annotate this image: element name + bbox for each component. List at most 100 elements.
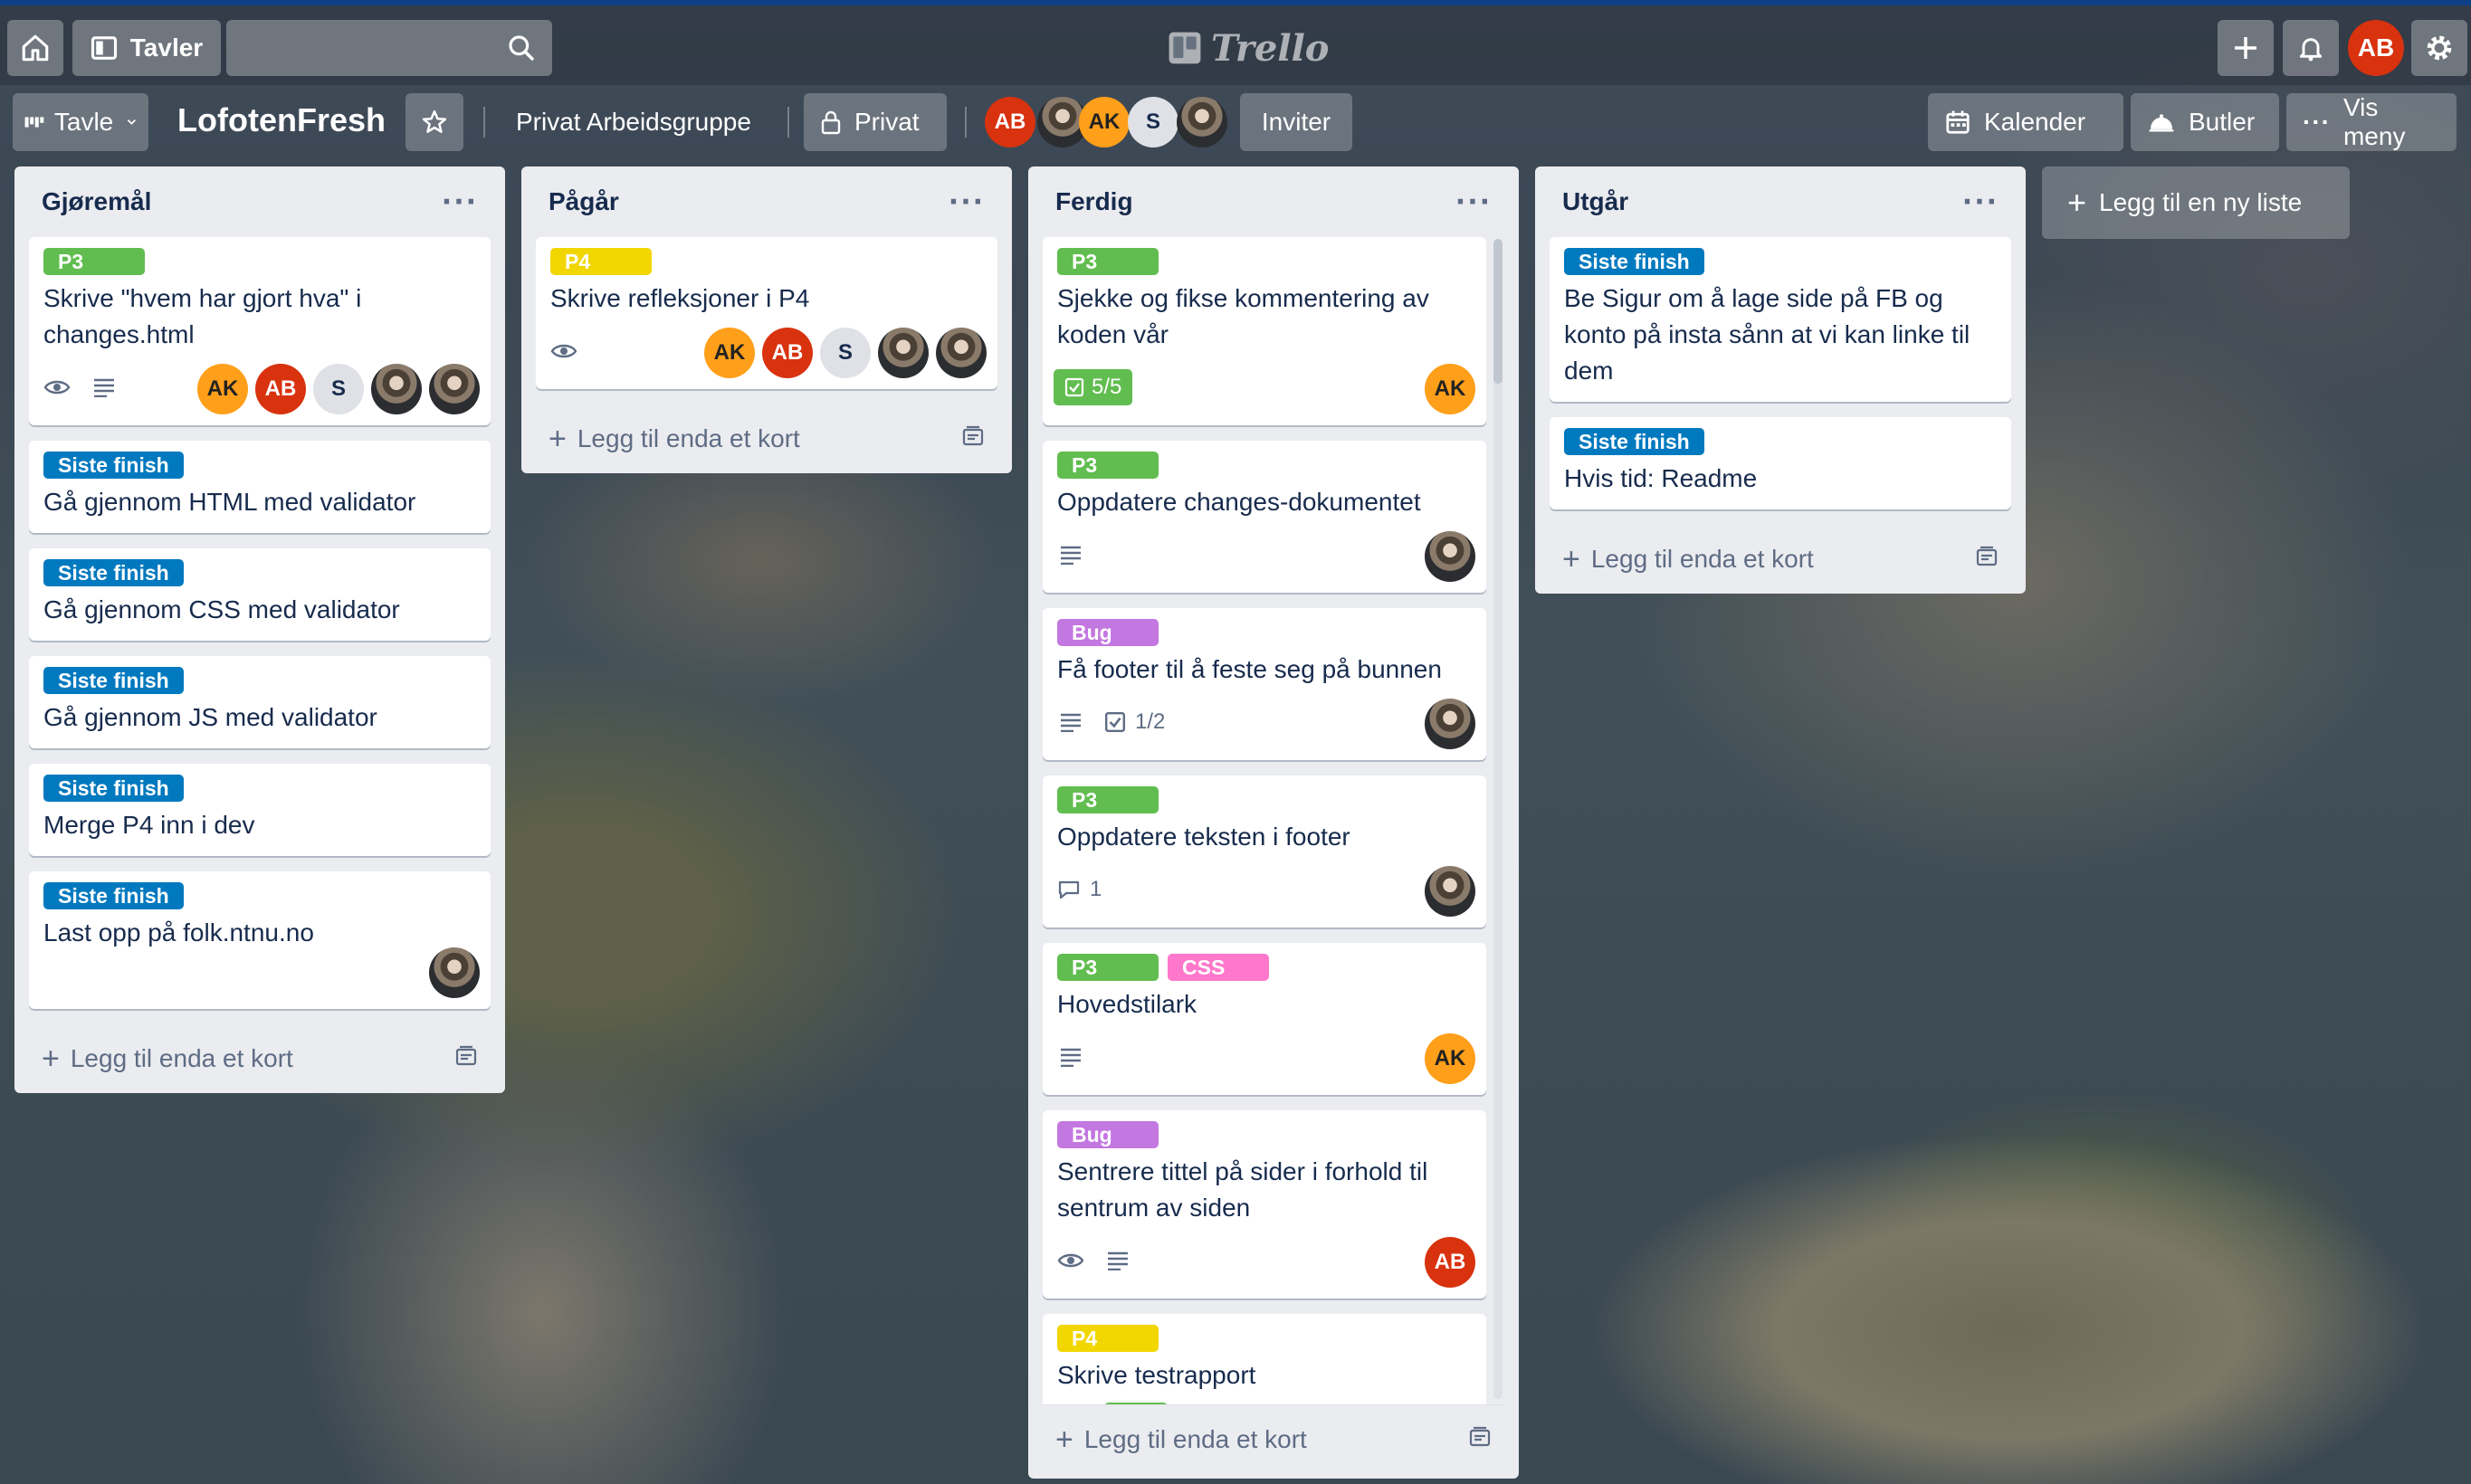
list-menu-icon[interactable]: ··· <box>1962 186 1999 218</box>
card[interactable]: Siste finish Be Sigur om å lage side på … <box>1550 237 2011 402</box>
search-input[interactable] <box>226 20 552 76</box>
member-avatar-ab[interactable]: AB <box>762 328 813 378</box>
member-avatar-photo[interactable] <box>429 364 480 414</box>
more-icon: ··· <box>2303 108 2331 136</box>
card-label: Siste finish <box>43 882 184 909</box>
member-avatar-photo[interactable] <box>878 328 929 378</box>
boards-button[interactable]: Tavler <box>72 20 221 76</box>
card[interactable]: Siste finish Gå gjennom JS med validator <box>29 656 491 748</box>
member-avatar-s[interactable]: S <box>1128 97 1178 147</box>
add-card-label: Legg til enda et kort <box>70 1044 293 1072</box>
plus-icon: + <box>42 1042 60 1076</box>
star-board-button[interactable] <box>405 93 463 151</box>
add-card-button[interactable]: + Legg til enda et kort <box>536 404 997 473</box>
member-avatar-s[interactable]: S <box>313 364 364 414</box>
add-card-button[interactable]: + Legg til enda et kort <box>1550 525 2011 594</box>
card[interactable]: P3 Sjekke og fikse kommentering av koden… <box>1043 237 1486 425</box>
add-list-button[interactable]: + Legg til en ny liste <box>2042 166 2350 239</box>
member-avatar-photo[interactable] <box>1425 699 1475 749</box>
list-menu-icon[interactable]: ··· <box>949 186 985 218</box>
card[interactable]: P3 Oppdatere teksten i footer 1 <box>1043 775 1486 928</box>
board-title[interactable]: LofotenFresh <box>177 101 386 139</box>
card-label: P4 <box>1057 1325 1159 1352</box>
member-avatar-ak[interactable]: AK <box>704 328 755 378</box>
member-avatar-ak[interactable]: AK <box>1079 97 1130 147</box>
card[interactable]: P3 CSS Hovedstilark AK <box>1043 943 1486 1095</box>
card[interactable]: P4 Skrive testrapport <box>1043 1314 1486 1404</box>
user-avatar[interactable]: AB <box>2348 20 2404 76</box>
template-icon[interactable] <box>1468 1425 1492 1454</box>
card-labels: P3 <box>43 248 476 275</box>
board-view-switcher[interactable]: Tavle <box>13 93 148 151</box>
add-card-button[interactable]: + Legg til enda et kort <box>29 1024 491 1093</box>
member-avatar-ab[interactable]: AB <box>985 97 1035 147</box>
plus-icon: + <box>549 422 567 456</box>
member-avatar-ab[interactable]: AB <box>255 364 306 414</box>
eye-icon <box>43 374 71 401</box>
card-label: Siste finish <box>43 667 184 694</box>
card-label: Bug <box>1057 619 1159 646</box>
member-avatar-photo[interactable] <box>936 328 987 378</box>
member-avatar-photo[interactable] <box>429 947 480 998</box>
card[interactable]: P3 Oppdatere changes-dokumentet <box>1043 441 1486 593</box>
card[interactable]: Siste finish Merge P4 inn i dev <box>29 764 491 856</box>
trello-logo[interactable]: Trello <box>1168 25 1329 71</box>
card[interactable]: P4 Skrive refleksjoner i P4 AK AB S <box>536 237 997 389</box>
card-badges: 5/5 <box>1054 362 1472 413</box>
add-card-button[interactable]: + Legg til enda et kort <box>1043 1404 1504 1473</box>
list-menu-icon[interactable]: ··· <box>442 186 478 218</box>
scrollbar[interactable] <box>1493 239 1503 1399</box>
card[interactable]: P3 Skrive "hvem har gjort hva" i changes… <box>29 237 491 425</box>
checklist-badge: 1/2 <box>1104 709 1165 735</box>
card-label: Siste finish <box>43 559 184 586</box>
home-button[interactable] <box>7 20 63 76</box>
invite-button[interactable]: Inviter <box>1240 93 1352 151</box>
template-icon[interactable] <box>1975 545 1999 574</box>
member-avatar-ab[interactable]: AB <box>1425 1237 1475 1288</box>
card-title: Få footer til å feste seg på bunnen <box>1057 655 1442 683</box>
visibility-button[interactable]: Privat <box>804 93 947 151</box>
list-title[interactable]: Gjøremål <box>42 187 151 216</box>
calendar-button[interactable]: Kalender <box>1928 93 2123 151</box>
list-header: Gjøremål ··· <box>29 166 491 237</box>
notifications-button[interactable] <box>2283 20 2339 76</box>
card-labels: P4 <box>1057 1325 1472 1352</box>
member-avatar-photo[interactable] <box>371 364 422 414</box>
card-title: Gå gjennom JS med validator <box>43 703 377 731</box>
card-title: Last opp på folk.ntnu.no <box>43 918 314 947</box>
butler-button[interactable]: Butler <box>2131 93 2279 151</box>
card[interactable]: Siste finish Hvis tid: Readme <box>1550 417 2011 509</box>
list-title[interactable]: Pågår <box>549 187 619 216</box>
card-label: Siste finish <box>1564 428 1704 455</box>
list-pagar: Pågår ··· P4 Skrive refleksjoner i P4 AK… <box>521 166 1012 473</box>
card[interactable]: Bug Sentrere tittel på sider i forhold t… <box>1043 1110 1486 1298</box>
plus-icon: + <box>1055 1422 1073 1457</box>
member-avatar-photo[interactable] <box>1177 97 1227 147</box>
template-icon[interactable] <box>454 1044 478 1073</box>
member-avatar-ak[interactable]: AK <box>197 364 248 414</box>
card[interactable]: Bug Få footer til å feste seg på bunnen … <box>1043 608 1486 760</box>
card-label: P3 <box>43 248 145 275</box>
card-title: Sjekke og fikse kommentering av koden vå… <box>1057 284 1429 348</box>
list-title[interactable]: Ferdig <box>1055 187 1133 216</box>
card-label: P4 <box>550 248 652 275</box>
template-icon[interactable] <box>961 424 985 453</box>
card[interactable]: Siste finish Gå gjennom HTML med validat… <box>29 441 491 533</box>
member-avatar-s[interactable]: S <box>820 328 871 378</box>
card[interactable]: Siste finish Last opp på folk.ntnu.no <box>29 871 491 1009</box>
list-title[interactable]: Utgår <box>1562 187 1628 216</box>
card[interactable]: Siste finish Gå gjennom CSS med validato… <box>29 548 491 641</box>
card-labels: Siste finish <box>43 667 476 694</box>
boards-icon <box>91 36 117 60</box>
workspace-button[interactable]: Privat Arbeidsgruppe <box>500 93 768 151</box>
show-menu-button[interactable]: ··· Vis meny <box>2286 93 2457 151</box>
board-view-label: Tavle <box>53 108 114 136</box>
member-avatar-ak[interactable]: AK <box>1425 364 1475 414</box>
card-labels: Bug <box>1057 619 1472 646</box>
list-menu-icon[interactable]: ··· <box>1455 186 1492 218</box>
member-avatar-photo[interactable] <box>1425 531 1475 582</box>
member-avatar-ak[interactable]: AK <box>1425 1033 1475 1084</box>
settings-button[interactable] <box>2411 20 2467 76</box>
member-avatar-photo[interactable] <box>1425 866 1475 917</box>
create-button[interactable] <box>2218 20 2274 76</box>
